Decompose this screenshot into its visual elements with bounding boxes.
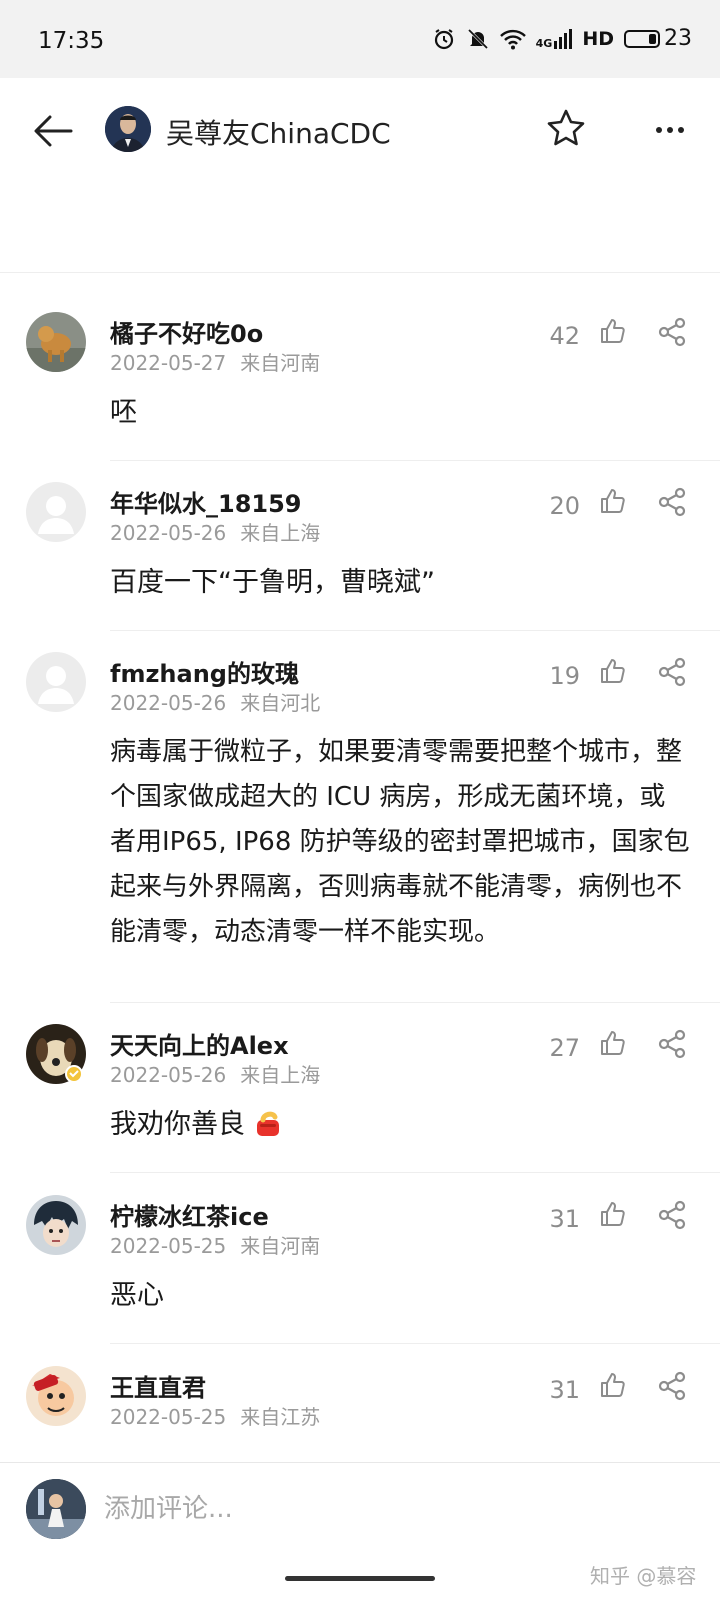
- header-avatar[interactable]: [105, 106, 151, 152]
- star-icon: [547, 109, 585, 146]
- comment-input[interactable]: [104, 1487, 524, 1531]
- like-count: 27: [549, 1034, 580, 1062]
- avatar[interactable]: [26, 1024, 86, 1084]
- favorite-button[interactable]: [546, 108, 590, 152]
- comment-meta: 2022-05-26 来自上海: [110, 517, 320, 546]
- avatar[interactable]: [26, 482, 86, 542]
- like-count: 19: [549, 662, 580, 690]
- share-icon[interactable]: [656, 1028, 688, 1060]
- more-icon: [656, 127, 662, 133]
- divider: [110, 1172, 720, 1173]
- share-icon[interactable]: [656, 316, 688, 348]
- comment-item: fmzhang的玫瑰 2022-05-26 来自河北 19 病毒属于微粒子，如果要…: [0, 640, 720, 1020]
- comment-username[interactable]: 天天向上的Alex: [110, 1026, 289, 1061]
- avatar[interactable]: [26, 652, 86, 712]
- battery-level: 23: [664, 26, 692, 51]
- hd-label: HD: [582, 27, 614, 50]
- status-icons: 4G HD 23: [432, 26, 692, 51]
- comment-username[interactable]: 王直直君: [110, 1368, 206, 1403]
- network-label: 4G: [535, 36, 553, 50]
- comment-meta: 2022-05-26 来自上海: [110, 1059, 320, 1088]
- share-icon[interactable]: [656, 486, 688, 518]
- watermark: 知乎 @慕容: [590, 1564, 697, 1588]
- comment-meta: 2022-05-25 来自河南: [110, 1230, 320, 1259]
- comment-date: 2022-05-26: [110, 691, 227, 715]
- page-title: 吴尊友ChinaCDC: [166, 117, 391, 150]
- wifi-icon: [499, 29, 526, 49]
- like-count: 42: [549, 322, 580, 350]
- thumbs-up-icon[interactable]: [598, 1199, 628, 1229]
- comment-username[interactable]: 柠檬冰红茶ice: [110, 1197, 269, 1232]
- comment-location: 来自江苏: [240, 1405, 321, 1429]
- signal-icon: 4G: [535, 28, 573, 50]
- divider: [110, 630, 720, 631]
- comment-location: 来自河南: [240, 1234, 321, 1258]
- thumbs-up-icon[interactable]: [598, 656, 628, 686]
- back-button[interactable]: [30, 108, 76, 154]
- comment-meta: 2022-05-25 来自江苏: [110, 1401, 320, 1430]
- comment-meta: 2022-05-27 来自河南: [110, 347, 320, 376]
- fist-emoji-icon: [256, 1111, 279, 1136]
- like-count: 31: [549, 1205, 580, 1233]
- comment-item: 王直直君 2022-05-25 来自江苏 31: [0, 1354, 720, 1464]
- thumbs-up-icon[interactable]: [598, 486, 628, 516]
- more-icon-dot: [667, 127, 673, 133]
- like-count: 31: [549, 1376, 580, 1404]
- like-count: 20: [549, 492, 580, 520]
- comment-username[interactable]: fmzhang的玫瑰: [110, 654, 299, 689]
- comment-location: 来自河北: [240, 691, 321, 715]
- share-icon[interactable]: [656, 656, 688, 688]
- comment-text: 百度一下“于鲁明，曹晓斌”: [110, 567, 435, 598]
- comment-item: 柠檬冰红茶ice 2022-05-25 来自河南 31 恶心: [0, 1183, 720, 1344]
- share-icon[interactable]: [656, 1199, 688, 1231]
- divider: [110, 1343, 720, 1344]
- comment-text: 恶心: [110, 1280, 164, 1311]
- battery-icon: 23: [624, 26, 692, 51]
- back-arrow-icon: [34, 115, 73, 147]
- comment-input-bar: [0, 1462, 720, 1554]
- comment-username[interactable]: 橘子不好吃0o: [110, 314, 263, 349]
- thumbs-up-icon[interactable]: [598, 1370, 628, 1400]
- comment-item: 橘子不好吃0o 2022-05-27 来自河南 42 呸: [0, 300, 720, 461]
- comment-meta: 2022-05-26 来自河北: [110, 687, 320, 716]
- divider: [110, 1002, 720, 1003]
- comment-text: 病毒属于微粒子，如果要清零需要把整个城市，整个国家做成超大的 ICU 病房，形成…: [110, 737, 690, 947]
- thumbs-up-icon[interactable]: [598, 316, 628, 346]
- comment-date: 2022-05-27: [110, 351, 227, 375]
- comment-date: 2022-05-25: [110, 1234, 227, 1258]
- comment-text: 呸: [110, 397, 137, 428]
- comment-date: 2022-05-26: [110, 521, 227, 545]
- more-button[interactable]: [648, 110, 692, 150]
- header: 吴尊友ChinaCDC: [0, 78, 720, 273]
- comment-body: 我劝你善良: [110, 1102, 690, 1147]
- comment-date: 2022-05-25: [110, 1405, 227, 1429]
- comment-location: 来自上海: [240, 521, 321, 545]
- comment-location: 来自上海: [240, 1063, 321, 1087]
- comment-item: 天天向上的Alex 2022-05-26 来自上海 27 我劝你善良: [0, 1012, 720, 1173]
- comment-date: 2022-05-26: [110, 1063, 227, 1087]
- comment-item: 年华似水_18159 2022-05-26 来自上海 20 百度一下“于鲁明，曹晓…: [0, 470, 720, 631]
- alarm-icon: [434, 28, 453, 49]
- status-time: 17:35: [38, 28, 105, 54]
- system-nav-bar: 知乎 @慕容: [0, 1554, 720, 1600]
- avatar[interactable]: [26, 1366, 86, 1426]
- more-icon-dot: [678, 127, 684, 133]
- avatar[interactable]: [26, 1195, 86, 1255]
- divider: [110, 460, 720, 461]
- home-gesture-handle[interactable]: [285, 1576, 435, 1581]
- share-icon[interactable]: [656, 1370, 688, 1402]
- my-avatar[interactable]: [26, 1479, 86, 1539]
- comment-text: 我劝你善良: [110, 1109, 245, 1140]
- mute-icon: [467, 28, 488, 49]
- avatar[interactable]: [26, 312, 86, 372]
- status-bar: 17:35 4G HD 23: [0, 0, 720, 78]
- comment-location: 来自河南: [240, 351, 321, 375]
- comment-username[interactable]: 年华似水_18159: [110, 484, 302, 519]
- thumbs-up-icon[interactable]: [598, 1028, 628, 1058]
